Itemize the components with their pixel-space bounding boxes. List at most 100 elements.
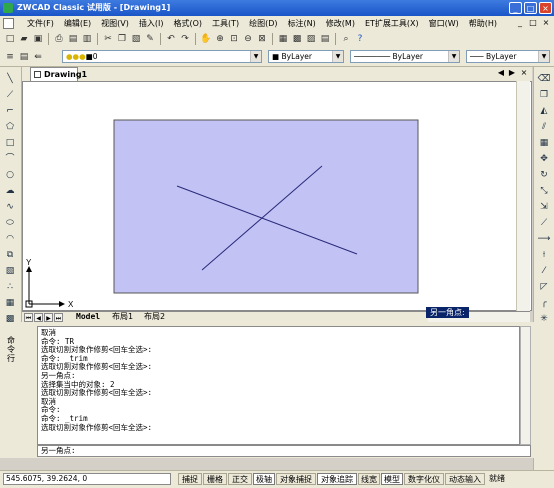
extend-icon[interactable]: ⟶	[537, 233, 551, 245]
otrack-toggle[interactable]: 对象追踪	[317, 473, 357, 485]
menu-modify[interactable]: 修改(M)	[321, 16, 360, 31]
find-icon[interactable]: ⌕	[340, 33, 352, 45]
layer-previous-icon[interactable]: ⇚	[32, 51, 44, 63]
menu-help[interactable]: 帮助(H)	[464, 16, 502, 31]
layer-manager-icon[interactable]: ≡	[4, 51, 16, 63]
mirror-icon[interactable]: ◭	[537, 105, 551, 117]
zoom-realtime-icon[interactable]: ⊕	[214, 33, 226, 45]
arc-icon[interactable]: ⌒	[3, 153, 17, 165]
command-panel-grip[interactable]: 命令行	[2, 326, 22, 454]
lineweight-select[interactable]: ─── ByLayer ▼	[466, 50, 550, 63]
prev-tab-icon[interactable]: ◀	[34, 313, 43, 322]
menu-format[interactable]: 格式(O)	[168, 16, 207, 31]
snap-toggle[interactable]: 捕捉	[178, 473, 202, 485]
lineweight-toggle[interactable]: 线宽	[358, 473, 380, 485]
ellipse-icon[interactable]: ⬭	[3, 217, 17, 229]
tab-close-icon[interactable]: ×	[519, 68, 529, 77]
command-input[interactable]: 另一角点:	[37, 445, 531, 457]
polyline-icon[interactable]: ⌐	[3, 105, 17, 117]
zoom-window-icon[interactable]: ⊡	[228, 33, 240, 45]
layer-state-icon[interactable]: ▤	[18, 51, 30, 63]
insert-block-icon[interactable]: ⧉	[3, 249, 17, 261]
zoom-extents-icon[interactable]: ⊠	[256, 33, 268, 45]
dynamic-input-toggle[interactable]: 动态输入	[445, 473, 485, 485]
stretch-icon[interactable]: ⇲	[537, 201, 551, 213]
command-history-scrollbar[interactable]	[520, 326, 531, 445]
fillet-icon[interactable]: ╭	[537, 297, 551, 309]
line-icon[interactable]: ╲	[3, 73, 17, 85]
revision-cloud-icon[interactable]: ☁	[3, 185, 17, 197]
copy-icon[interactable]: ❐	[116, 33, 128, 45]
undo-icon[interactable]: ↶	[165, 33, 177, 45]
layer-select[interactable]: ●●●■0 ▼	[62, 50, 262, 63]
grid-toggle[interactable]: 栅格	[203, 473, 227, 485]
new-icon[interactable]: □	[4, 33, 16, 45]
break-icon[interactable]: ⟊	[537, 249, 551, 261]
tool-palette-icon[interactable]: ▨	[305, 33, 317, 45]
rotate-icon[interactable]: ↻	[537, 169, 551, 181]
calculator-icon[interactable]: ▤	[319, 33, 331, 45]
drawing-svg[interactable]: Y X	[23, 82, 531, 310]
next-tab-icon[interactable]: ▶	[44, 313, 53, 322]
spline-icon[interactable]: ∿	[3, 201, 17, 213]
chevron-down-icon[interactable]: ▼	[538, 51, 549, 62]
ellipse-arc-icon[interactable]: ◠	[3, 233, 17, 245]
drawing-canvas[interactable]: Y X	[22, 81, 532, 311]
drawing-vertical-scrollbar[interactable]	[516, 81, 530, 311]
trim-icon[interactable]: ⟋	[537, 217, 551, 229]
move-icon[interactable]: ✥	[537, 153, 551, 165]
cut-icon[interactable]: ✂	[102, 33, 114, 45]
print-icon[interactable]: ⎙	[53, 33, 65, 45]
redo-icon[interactable]: ↷	[179, 33, 191, 45]
tab-next-icon[interactable]: ▶	[507, 68, 517, 77]
linetype-select[interactable]: ──────── ByLayer ▼	[350, 50, 460, 63]
properties-icon[interactable]: ▦	[277, 33, 289, 45]
ortho-toggle[interactable]: 正交	[228, 473, 252, 485]
minimize-button[interactable]: _	[509, 2, 522, 14]
doc-minimize-button[interactable]: _	[515, 18, 525, 28]
open-icon[interactable]: ▰	[18, 33, 30, 45]
tab-drawing1[interactable]: Drawing1	[30, 67, 87, 81]
polygon-icon[interactable]: ⬠	[3, 121, 17, 133]
first-tab-icon[interactable]: ⏮	[24, 313, 33, 322]
join-icon[interactable]: ⁄	[537, 265, 551, 277]
menu-window[interactable]: 窗口(W)	[424, 16, 464, 31]
last-tab-icon[interactable]: ⏭	[54, 313, 63, 322]
circle-icon[interactable]: ○	[3, 169, 17, 181]
array-icon[interactable]: ▦	[537, 137, 551, 149]
tab-prev-icon[interactable]: ◀	[496, 68, 506, 77]
publish-icon[interactable]: ▥	[81, 33, 93, 45]
document-icon[interactable]	[3, 18, 14, 29]
chevron-down-icon[interactable]: ▼	[250, 51, 261, 62]
save-icon[interactable]: ▣	[32, 33, 44, 45]
ray-icon[interactable]: ⟋	[3, 89, 17, 101]
help-icon[interactable]: ?	[354, 33, 366, 45]
doc-close-button[interactable]: ×	[541, 18, 551, 28]
digitizer-toggle[interactable]: 数字化仪	[404, 473, 444, 485]
chevron-down-icon[interactable]: ▼	[448, 51, 459, 62]
offset-icon[interactable]: ⫽	[537, 121, 551, 133]
menu-insert[interactable]: 插入(I)	[134, 16, 169, 31]
polar-toggle[interactable]: 极轴	[253, 473, 275, 485]
command-history[interactable]: 取消 命令: TR 选取切割对象作修剪<回车全选>: 命令: _trim 选取切…	[37, 326, 520, 445]
paste-icon[interactable]: ▧	[130, 33, 142, 45]
print-preview-icon[interactable]: ▤	[67, 33, 79, 45]
design-center-icon[interactable]: ▩	[291, 33, 303, 45]
maximize-button[interactable]: □	[524, 2, 537, 14]
chamfer-icon[interactable]: ◸	[537, 281, 551, 293]
menu-view[interactable]: 视图(V)	[96, 16, 134, 31]
doc-restore-button[interactable]: □	[528, 18, 538, 28]
menu-tools[interactable]: 工具(T)	[207, 16, 244, 31]
pan-icon[interactable]: ✋	[200, 33, 212, 45]
menu-et-tools[interactable]: ET扩展工具(X)	[360, 16, 424, 31]
rectangle-icon[interactable]: □	[3, 137, 17, 149]
erase-icon[interactable]: ⌫	[537, 73, 551, 85]
menu-dimension[interactable]: 标注(N)	[283, 16, 321, 31]
make-block-icon[interactable]: ▧	[3, 265, 17, 277]
menu-file[interactable]: 文件(F)	[22, 16, 59, 31]
point-icon[interactable]: ∴	[3, 281, 17, 293]
hatch-icon[interactable]: ▦	[3, 297, 17, 309]
zoom-previous-icon[interactable]: ⊖	[242, 33, 254, 45]
menu-edit[interactable]: 编辑(E)	[59, 16, 96, 31]
scale-icon[interactable]: ⤡	[537, 185, 551, 197]
